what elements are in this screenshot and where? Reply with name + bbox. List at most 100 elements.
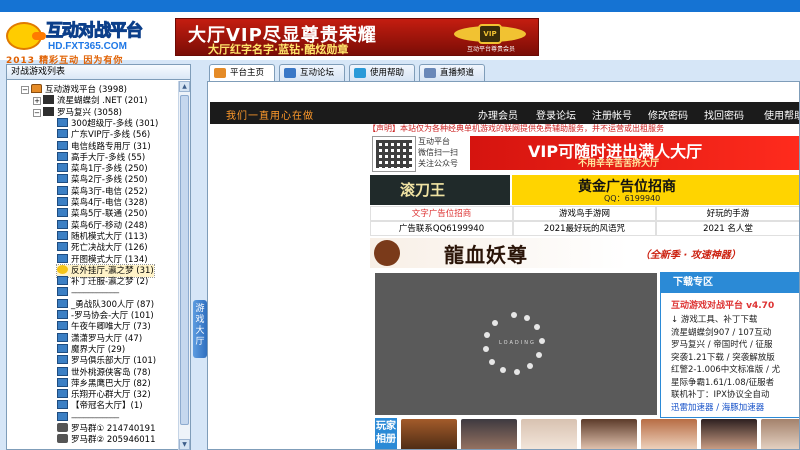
game-tree-scrollbar[interactable]: ▲ ▼ [178,81,190,450]
nav-link[interactable]: 注册帐号 [592,107,632,122]
tree-item[interactable]: -罗马协会-大厅 (101) [57,310,154,322]
expand-toggle-icon[interactable]: + [33,97,41,106]
text-link[interactable]: 广告联系QQ6199940 [370,221,513,236]
nav-link[interactable]: 找回密码 [704,107,744,122]
player-photo[interactable] [521,419,577,449]
tree-item-label: 电信线路专用厅 (31) [71,141,151,152]
pc-icon [57,321,68,331]
text-link[interactable]: 文字广告位招商 [370,206,513,221]
gold-ad-slot[interactable]: 黄金广告位招商 QQ：6199940 [512,175,799,205]
nav-slogan: 我们一直用心在做 [226,111,314,122]
tree-item[interactable]: − 互动游戏平台 (3998) [21,84,127,96]
download-section: 下载专区 互动游戏对战平台 v4.70 ↓ 游戏工具、补丁下载 流星蝴蝶剑907 … [660,272,799,418]
ad-row: 滚刀王 黄金广告位招商 QQ：6199940 [370,175,799,205]
tree-item[interactable]: − 罗马复兴 (3058) [33,106,122,119]
tree-item[interactable]: 300超级厅-多线 (301) [57,117,158,130]
tree-item[interactable]: 午夜午卿唯大厅 (73) [57,321,151,333]
game-hall-toggle[interactable]: 游戏大厅 [193,300,207,358]
scroll-up-arrow-icon[interactable]: ▲ [179,81,190,92]
pc-icon [57,411,68,421]
tree-item-label: 菜鸟6厅-移动 (248) [71,220,148,231]
tree-item[interactable]: 罗马俱乐部大厅 (101) [57,355,156,367]
tree-item[interactable]: 补丁迁服-瀛之梦 (2) [57,276,148,288]
pc-icon [57,343,68,353]
pc-icon [57,174,68,184]
tree-item[interactable]: ----------------------- [57,287,120,299]
tree-item[interactable]: 菜鸟4厅-电信 (328) [57,197,148,209]
dragon-game-title: 龍血妖尊 [444,243,528,267]
tree-item[interactable]: 电信线路专用厅 (31) [57,140,151,153]
tree-item[interactable]: 广东VIP厅-多线 (56) [57,129,150,141]
tree-item[interactable]: 菜鸟6厅-移动 (248) [57,219,148,232]
tab-forum[interactable]: 互动论坛 [279,64,345,81]
download-platform-title[interactable]: 互动游戏对战平台 v4.70 [671,298,774,311]
tree-item[interactable]: 潇潇罗马大厅 (47) [57,332,142,345]
tree-item[interactable]: 萍乡黑鹰巴大厅 (82) [57,377,151,390]
download-link[interactable]: 流星蝴蝶剑907 / 107互动 [671,326,771,338]
tree-item[interactable]: 开图模式大厅 (134) [57,253,148,266]
player-photo[interactable] [761,419,799,449]
scroll-thumb[interactable] [180,95,189,425]
tree-item[interactable]: 菜鸟3厅-电信 (252) [57,185,148,198]
game-ad-logo[interactable]: 滚刀王 [370,175,510,205]
dragon-game-banner[interactable]: 龍血妖尊 （全新季 · 攻速神器） [370,238,799,268]
player-photo[interactable] [461,419,517,449]
tab-tv[interactable]: 直播频道 [419,64,485,81]
tree-item[interactable]: 菜鸟2厅-多线 (250) [57,174,148,186]
player-photo[interactable] [401,419,457,449]
tree-item[interactable]: 菜鸟1厅-多线 (250) [57,163,148,175]
download-link[interactable]: ↓ 游戏工具、补丁下载 [671,313,757,325]
tree-item[interactable]: _勇战队300人厅 (87) [57,298,154,311]
tree-item[interactable]: + 流星蝴蝶剑 .NET (201) [33,95,147,107]
pc-icon [57,287,68,297]
scroll-down-arrow-icon[interactable]: ▼ [179,439,190,450]
text-link[interactable]: 游戏鸟手游网 [513,206,656,221]
download-link[interactable]: 红警2-1.006中文标准版 / 尤 [671,363,780,375]
nav-link[interactable]: 登录论坛 [536,107,576,122]
tree-item-label: 随机模式大厅 (113) [71,231,148,242]
tree-item[interactable]: ----------------------- [57,411,120,424]
text-link[interactable]: 2021 名人堂 [656,221,799,236]
tab-home[interactable]: 平台主页 [209,64,275,82]
vip-badge-icon: VIP 互动平台尊贵会员 [454,22,526,53]
tree-item[interactable]: 反外挂厅-瀛之梦 (31) [56,263,155,278]
text-link[interactable]: 2021最好玩的风语咒 [513,221,656,236]
tree-item[interactable]: 菜鸟5厅-联通 (250) [57,208,148,220]
pc-icon [57,185,68,195]
home-icon [214,68,226,78]
collapse-toggle-icon[interactable]: − [21,86,29,94]
vip-banner-ad[interactable]: 大厅VIP尽显尊贵荣耀 大厅红字名字·蓝钻·酷炫勋章 VIP 互动平台尊贵会员 [175,18,539,56]
tree-item[interactable]: 魔界大厅 (29) [57,343,126,356]
text-link[interactable]: 好玩的手游 [656,206,799,221]
nav-link[interactable]: 办理会员 [478,107,518,122]
tree-item-label: 菜鸟5厅-联通 (250) [71,209,148,220]
tree-item[interactable]: 乐翔开心群大厅 (32) [57,389,151,401]
collapse-toggle-icon[interactable]: − [33,108,41,117]
tree-item[interactable]: 罗马群① 214740191 [57,423,156,435]
pc-icon [57,377,68,387]
tree-item-label: 反外挂厅-瀛之梦 (31) [71,265,154,276]
download-link[interactable]: 迅雷加速器 / 海豚加速器 [671,401,764,413]
vip-hall-ad[interactable]: VIP可随时进出满人大厅 不用辛辛苦苦挤大厅 [470,136,799,170]
tree-item-label: 乐翔开心群大厅 (32) [71,390,151,401]
tree-item[interactable]: 世外桃源侠客岛 (78) [57,366,151,379]
tree-item-label: 魔界大厅 (29) [71,344,126,355]
tree-item[interactable]: 死亡决战大厅 (126) [57,242,148,254]
nav-link[interactable]: 修改密码 [648,107,688,122]
tree-item[interactable]: 【帝冠名大厅】(1) [57,400,143,412]
tab-help[interactable]: 使用帮助 [349,64,415,81]
character-portrait [374,240,400,266]
download-link[interactable]: 突袭1.21下载 / 突袭解放版 [671,351,775,363]
nav-link[interactable]: 使用帮助 [764,107,799,122]
player-photo[interactable] [701,419,757,449]
download-link[interactable]: 星际争霸1.61/1.08/征服者 [671,376,774,388]
video-player[interactable]: LOADING [375,273,657,415]
tree-item[interactable]: 罗马群② 205946011 [57,434,156,446]
download-link[interactable]: 联机补丁：IPX协议全自动 [671,388,769,400]
qr-caption: 互动平台 微信扫一扫 关注公众号 [418,137,458,168]
player-photo[interactable] [581,419,637,449]
tree-item[interactable]: 随机模式大厅 (113) [57,230,148,243]
download-link[interactable]: 罗马复兴 / 帝国时代 / 征服 [671,338,773,350]
tree-item[interactable]: 高手大厅-多线 (55) [57,151,145,164]
player-photo[interactable] [641,419,697,449]
